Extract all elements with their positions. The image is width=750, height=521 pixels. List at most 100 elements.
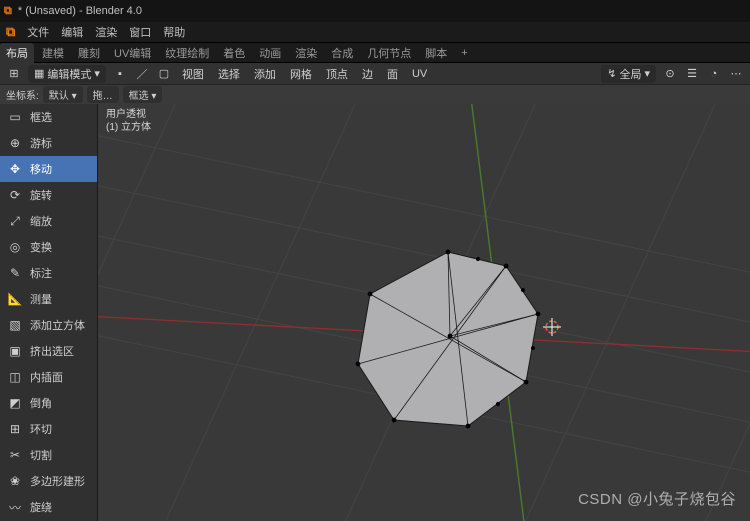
tool-move[interactable]: ✥ 移动 — [0, 156, 97, 182]
menu-add[interactable]: 添加 — [250, 66, 280, 82]
scale-icon: ⤢ — [6, 212, 24, 230]
blender-logo-icon: ⧉ — [6, 24, 15, 40]
workspace-tab-2[interactable]: 雕刻 — [72, 43, 106, 63]
workspace-tab-8[interactable]: 合成 — [325, 43, 359, 63]
tool-loop-cut[interactable]: ⊞ 环切 — [0, 416, 97, 442]
tool-label: 标注 — [30, 265, 52, 281]
loop-cut-icon: ⊞ — [6, 420, 24, 438]
menu-face[interactable]: 面 — [383, 66, 402, 82]
menu-edit[interactable]: 编辑 — [55, 24, 89, 40]
extrude-icon: ▣ — [6, 342, 24, 360]
snap-icon[interactable]: ☰ — [684, 66, 700, 82]
workspace-tab-6[interactable]: 动画 — [253, 43, 287, 63]
menu-mesh[interactable]: 网格 — [286, 66, 316, 82]
tool-label: 缩放 — [30, 213, 52, 229]
blender-logo-icon: ⧉ — [4, 5, 12, 18]
transform-orientation-dropdown[interactable]: ↯ 全局 ▾ — [601, 65, 656, 83]
preset-label: 默认 — [49, 91, 69, 102]
window-title: * (Unsaved) - Blender 4.0 — [18, 5, 142, 17]
menu-window[interactable]: 窗口 — [123, 24, 157, 40]
measure-icon: 📐 — [6, 290, 24, 308]
orientation-label-text: 坐标系: — [6, 87, 39, 102]
tool-label: 测量 — [30, 291, 52, 307]
annotate-icon: ✎ — [6, 264, 24, 282]
poly-build-icon: ❀ — [6, 472, 24, 490]
tool-extrude[interactable]: ▣ 挤出选区 — [0, 338, 97, 364]
overlay-perspective: 用户透视 — [106, 108, 151, 121]
tool-label: 环切 — [30, 421, 52, 437]
mode-icon: ▦ — [34, 67, 44, 80]
viewport-3d[interactable] — [98, 104, 750, 521]
select-mode-dropdown[interactable]: 框选 ▾ — [123, 86, 163, 103]
tool-rotate[interactable]: ⟳ 旋转 — [0, 182, 97, 208]
select-mode-label: 框选 — [129, 91, 149, 102]
tool-poly-build[interactable]: ❀ 多边形建形 — [0, 468, 97, 494]
menu-uv[interactable]: UV — [408, 68, 431, 80]
move-icon: ✥ — [6, 160, 24, 178]
tool-scale[interactable]: ⤢ 缩放 — [0, 208, 97, 234]
orientation-preset-dropdown[interactable]: 默认 ▾ — [43, 86, 83, 103]
orientation-bar: 坐标系: 默认 ▾ 拖… 框选 ▾ — [0, 84, 750, 104]
menu-select[interactable]: 选择 — [214, 66, 244, 82]
edge-select-icon[interactable]: ／ — [134, 66, 150, 82]
chevron-down-icon: ▾ — [72, 91, 77, 102]
tool-box-select[interactable]: ▭框选 — [0, 104, 97, 130]
tool-label: 倒角 — [30, 395, 52, 411]
tool-label: 添加立方体 — [30, 317, 85, 333]
options-icon[interactable]: ⋯ — [728, 66, 744, 82]
tool-add-cube[interactable]: ▧ 添加立方体 — [0, 312, 97, 338]
workspace-tab-7[interactable]: 渲染 — [289, 43, 323, 63]
menu-render[interactable]: 渲染 — [89, 24, 123, 40]
editor-header: ⊞ ▦ 编辑模式 ▾ ▪ ／ ▢ 视图 选择 添加 网格 顶点 边 面 UV ↯… — [0, 62, 750, 84]
mode-dropdown[interactable]: ▦ 编辑模式 ▾ — [28, 65, 106, 83]
tool-label: 框选 — [30, 109, 52, 125]
vertex-select-icon[interactable]: ▪ — [112, 66, 128, 82]
workspace-tab-1[interactable]: 建模 — [36, 43, 70, 63]
knife-icon: ✂ — [6, 446, 24, 464]
menu-view[interactable]: 视图 — [178, 66, 208, 82]
tool-transform[interactable]: ◎变换 — [0, 234, 97, 260]
menu-file[interactable]: 文件 — [21, 24, 55, 40]
menu-help[interactable]: 帮助 — [157, 24, 191, 40]
proportional-edit-icon[interactable]: ◔ — [706, 66, 722, 82]
editor-type-icon[interactable]: ⊞ — [6, 66, 22, 82]
tool-measure[interactable]: 📐 测量 — [0, 286, 97, 312]
main-area: ▭框选⊕游标✥移动⟳旋转⤢缩放◎变换✎标注📐测量▧添加立方体▣挤出选区◫内插面◩… — [0, 104, 750, 521]
workspace-add-button[interactable]: + — [455, 45, 473, 61]
tool-label: 内插面 — [30, 369, 63, 385]
menu-vertex[interactable]: 顶点 — [322, 66, 352, 82]
viewport-overlay-info: 用户透视 (1) 立方体 — [106, 108, 151, 134]
mode-label: 编辑模式 — [47, 66, 91, 82]
face-select-icon[interactable]: ▢ — [156, 66, 172, 82]
orientation-icon: ↯ — [607, 67, 616, 80]
tool-spin[interactable]: 〰旋绕 — [0, 494, 97, 520]
3d-cursor-icon — [543, 318, 561, 336]
tool-label: 多边形建形 — [30, 473, 85, 489]
chevron-down-icon: ▾ — [151, 91, 156, 102]
workspace-tab-4[interactable]: 纹理绘制 — [159, 43, 215, 63]
tool-bevel[interactable]: ◩ 倒角 — [0, 390, 97, 416]
add-cube-icon: ▧ — [6, 316, 24, 334]
workspace-tab-9[interactable]: 几何节点 — [361, 43, 417, 63]
tool-label: 旋绕 — [30, 499, 52, 515]
pivot-icon[interactable]: ⊙ — [662, 66, 678, 82]
transform-icon: ◎ — [6, 238, 24, 256]
rotate-icon: ⟳ — [6, 186, 24, 204]
workspace-tab-10[interactable]: 脚本 — [419, 43, 453, 63]
drag-dropdown[interactable]: 拖… — [87, 86, 119, 103]
menu-edge[interactable]: 边 — [358, 66, 377, 82]
tool-label: 移动 — [30, 161, 52, 177]
orientation-label: 全局 — [619, 66, 641, 82]
tool-label: 切割 — [30, 447, 52, 463]
tool-knife[interactable]: ✂ 切割 — [0, 442, 97, 468]
tool-label: 旋转 — [30, 187, 52, 203]
workspace-tab-5[interactable]: 着色 — [217, 43, 251, 63]
tool-column: ▭框选⊕游标✥移动⟳旋转⤢缩放◎变换✎标注📐测量▧添加立方体▣挤出选区◫内插面◩… — [0, 104, 98, 521]
workspace-tab-3[interactable]: UV编辑 — [108, 43, 157, 63]
workspace-tab-0[interactable]: 布局 — [0, 43, 34, 63]
tool-cursor[interactable]: ⊕游标 — [0, 130, 97, 156]
tool-annotate[interactable]: ✎ 标注 — [0, 260, 97, 286]
bevel-icon: ◩ — [6, 394, 24, 412]
tool-label: 挤出选区 — [30, 343, 74, 359]
tool-inset[interactable]: ◫内插面 — [0, 364, 97, 390]
